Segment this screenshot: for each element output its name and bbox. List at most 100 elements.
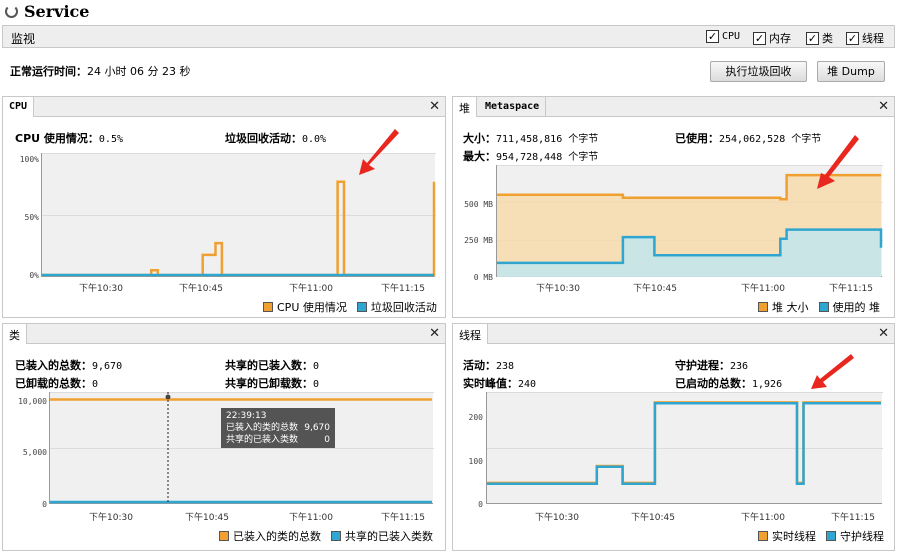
heap-panel-header: 堆 Metaspace ✕: [453, 97, 894, 117]
monitor-label: 监视: [11, 32, 36, 46]
series-line-primary: [487, 401, 881, 485]
shared-loaded-value: 0: [313, 361, 320, 372]
shared-loaded-label: 共享的已装入数：: [225, 359, 313, 372]
checkbox-classes-box[interactable]: ✓: [806, 31, 819, 45]
red-arrow-annotation: [359, 129, 399, 175]
heap-max-stat: 最大：954,728,448 个字节: [463, 148, 598, 164]
heap-max-label: 最大：: [463, 150, 496, 163]
checkbox-classes[interactable]: ✓ 类: [806, 30, 833, 46]
classes-legend: 已装入的类的总数 共享的已装入类数: [219, 528, 433, 544]
classes-legend-loaded: 已装入的类的总数: [233, 530, 321, 543]
heap-max-value: 954,728,448 个字节: [496, 152, 599, 163]
gc-activity-swatch: [356, 302, 367, 312]
heap-size-stat: 大小：711,458,816 个字节: [463, 130, 598, 146]
unloaded-classes-label: 已卸载的总数：: [15, 377, 92, 390]
classes-legend-shared: 共享的已装入类数: [345, 530, 433, 543]
classes-ytick-0: 0: [42, 500, 47, 509]
daemon-threads-label: 守护进程：: [675, 359, 730, 372]
daemon-threads-swatch: [826, 531, 836, 541]
threads-ytick-200: 200: [468, 413, 483, 422]
uptime: 正常运行时间：24 小时 06 分 23 秒: [10, 63, 190, 79]
heap-dump-button[interactable]: 堆 Dump: [817, 61, 885, 82]
cpu-panel: CPU ✕ CPU 使用情况：0.5% 垃圾回收活动：0.0% 100% 50%…: [2, 96, 446, 318]
hover-marker-point: [165, 394, 171, 400]
threads-plot-area: [486, 392, 883, 505]
cpu-usage-swatch: [263, 302, 273, 312]
checkbox-threads-label: 线程: [862, 32, 884, 45]
cpu-xtick-1115: 下午11:15: [381, 284, 425, 294]
classes-xtick-1045: 下午10:45: [185, 513, 229, 523]
red-arrow-annotation: [811, 354, 854, 389]
cpu-xtick-1100: 下午11:00: [289, 284, 333, 294]
peak-threads-label: 实时峰值：: [463, 377, 518, 390]
heap-used-value: 254,062,528 个字节: [719, 134, 822, 145]
tooltip-row1-value: 9,670: [304, 423, 330, 433]
cpu-usage-label: CPU 使用情况：: [15, 132, 99, 145]
daemon-threads-stat: 守护进程：236: [675, 357, 748, 373]
peak-threads-value: 240: [518, 379, 537, 390]
threads-xtick-1115: 下午11:15: [831, 513, 875, 523]
shared-loaded-stat: 共享的已装入数：0: [225, 357, 319, 373]
series-line-primary: [42, 180, 436, 277]
cpu-usage-value: 0.5%: [98, 134, 123, 145]
gc-activity-value: 0.0%: [302, 134, 327, 145]
threads-legend-live: 实时线程: [772, 530, 816, 543]
tab-heap[interactable]: 堆: [453, 97, 477, 117]
heap-ytick-500: 500 MB: [464, 200, 493, 209]
classes-xtick-1115: 下午11:15: [381, 513, 425, 523]
uptime-label: 正常运行时间：: [10, 65, 87, 78]
title-bar: Service: [0, 0, 899, 24]
tooltip-row2-value: 0: [324, 435, 330, 445]
heap-close-icon[interactable]: ✕: [878, 99, 889, 114]
heap-size-label: 大小：: [463, 132, 496, 145]
uptime-value: 24 小时 06 分 23 秒: [87, 65, 191, 78]
heap-xtick-1115: 下午11:15: [829, 284, 873, 294]
checkbox-cpu[interactable]: ✓ CPU: [706, 30, 740, 43]
tab-cpu[interactable]: CPU: [3, 97, 35, 117]
daemon-threads-value: 236: [730, 361, 749, 372]
tab-metaspace[interactable]: Metaspace: [479, 97, 547, 117]
tooltip-row-shared: 共享的已装入类数 0: [226, 434, 330, 446]
checkbox-memory-label: 内存: [769, 32, 791, 45]
heap-used-stat: 已使用：254,062,528 个字节: [675, 130, 821, 146]
live-threads-swatch: [758, 531, 768, 541]
threads-chart: [486, 392, 883, 505]
tab-classes[interactable]: 类: [3, 324, 27, 344]
shared-classes-swatch: [331, 531, 341, 541]
loaded-classes-label: 已装入的总数：: [15, 359, 92, 372]
tooltip-row-loaded: 已装入的类的总数 9,670: [226, 422, 330, 434]
checkbox-cpu-box[interactable]: ✓: [706, 30, 719, 43]
classes-xtick-1100: 下午11:00: [289, 513, 333, 523]
shared-unloaded-value: 0: [313, 379, 320, 390]
monitor-header: 监视 ✓ CPU ✓ 内存 ✓ 类 ✓ 线程: [2, 25, 895, 48]
cpu-xtick-1045: 下午10:45: [179, 284, 223, 294]
unloaded-classes-stat: 已卸载的总数：0: [15, 375, 98, 391]
cpu-legend-gc: 垃圾回收活动: [370, 301, 437, 314]
checkbox-threads-box[interactable]: ✓: [846, 31, 859, 45]
heap-legend-used: 使用的 堆: [832, 301, 881, 314]
heap-size-swatch: [758, 302, 768, 312]
tab-threads[interactable]: 线程: [453, 324, 488, 344]
started-threads-value: 1,926: [752, 379, 783, 390]
cpu-close-icon[interactable]: ✕: [429, 99, 440, 114]
cpu-ytick-100: 100%: [19, 155, 39, 164]
heap-used-swatch: [818, 302, 829, 312]
peak-threads-stat: 实时峰值：240: [463, 375, 536, 391]
checkbox-memory[interactable]: ✓ 内存: [753, 30, 791, 46]
cpu-xtick-1030: 下午10:30: [79, 284, 123, 294]
cpu-legend-usage: CPU 使用情况: [277, 301, 347, 314]
started-threads-label: 已启动的总数：: [675, 377, 752, 390]
classes-close-icon[interactable]: ✕: [429, 326, 440, 341]
threads-ytick-0: 0: [478, 500, 483, 509]
heap-legend: 堆 大小 使用的 堆: [758, 299, 880, 315]
heap-panel: 堆 Metaspace ✕ 大小：711,458,816 个字节 最大：954,…: [452, 96, 895, 318]
gc-activity-label: 垃圾回收活动：: [225, 132, 302, 145]
heap-ytick-250: 250 MB: [464, 236, 493, 245]
red-arrow-annotation: [817, 135, 859, 189]
checkbox-memory-box[interactable]: ✓: [753, 31, 766, 45]
checkbox-threads[interactable]: ✓ 线程: [846, 30, 884, 46]
cpu-ytick-0: 0%: [29, 271, 39, 280]
gc-activity-stat: 垃圾回收活动：0.0%: [225, 130, 326, 146]
threads-close-icon[interactable]: ✕: [878, 326, 889, 341]
perform-gc-button[interactable]: 执行垃圾回收: [710, 61, 807, 82]
